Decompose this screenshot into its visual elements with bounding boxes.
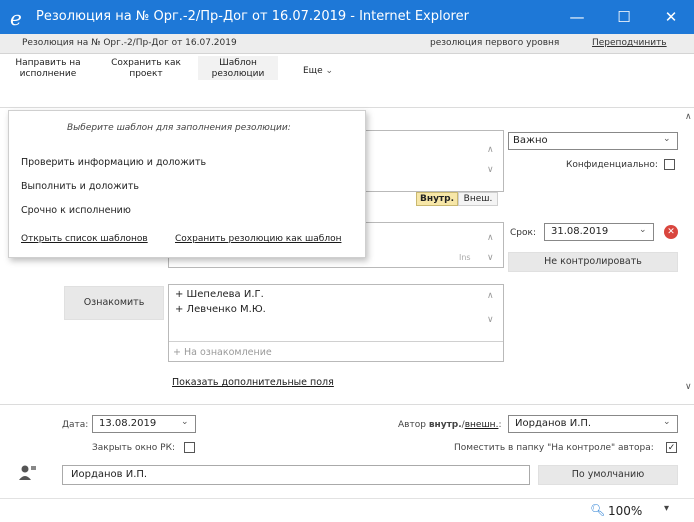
author-inner-toggle[interactable]: внутр.	[429, 420, 462, 430]
scroll-down-icon[interactable]: ∨	[487, 315, 494, 325]
status-bar: 🔍︎ 100% ▾	[0, 498, 694, 522]
window-title: Резолюция на № Орг.-2/Пр-Дог от 16.07.20…	[36, 9, 469, 24]
menu-hint: Выберите шаблон для заполнения резолюции…	[67, 123, 291, 133]
scroll-up-icon[interactable]: ∧	[487, 145, 494, 155]
acquaint-list-item[interactable]: + Левченко М.Ю.	[175, 304, 266, 315]
author-label: Автор внутр./внешн.:	[398, 420, 501, 430]
chevron-down-icon: ⌄	[663, 134, 671, 144]
scroll-down-icon[interactable]: ∨	[487, 253, 494, 263]
author-prefix: Автор	[398, 420, 426, 430]
add-acquaint-input[interactable]: + На ознакомление	[173, 347, 272, 358]
user-signature-icon[interactable]	[18, 464, 38, 482]
send-label-line1: Направить на	[15, 58, 81, 68]
scroll-up-icon[interactable]: ∧	[685, 112, 692, 122]
template-button[interactable]: Шаблон резолюции	[198, 56, 278, 80]
save-label-line1: Сохранить как	[111, 58, 181, 68]
priority-select[interactable]: Важно ⌄	[508, 132, 678, 150]
date-picker[interactable]: 13.08.2019 ⌄	[92, 415, 196, 433]
template-item-check-report[interactable]: Проверить информацию и доложить	[21, 157, 206, 168]
deadline-label: Срок:	[510, 228, 536, 238]
open-template-list-link[interactable]: Открыть список шаблонов	[21, 234, 148, 244]
document-title: Резолюция на № Орг.-2/Пр-Дог от 16.07.20…	[22, 38, 237, 48]
maximize-button[interactable]: ☐	[601, 0, 647, 34]
show-more-fields-link[interactable]: Показать дополнительные поля	[172, 377, 334, 388]
template-item-do-report[interactable]: Выполнить и доложить	[21, 181, 139, 192]
signer-field[interactable]: Иорданов И.П.	[62, 465, 530, 485]
date-value: 13.08.2019	[99, 418, 157, 429]
save-as-template-link[interactable]: Сохранить резолюцию как шаблон	[175, 234, 341, 244]
outer-button[interactable]: Внеш.	[458, 192, 498, 206]
scroll-up-icon[interactable]: ∧	[487, 233, 494, 243]
zoom-level[interactable]: 100%	[608, 504, 642, 518]
default-button[interactable]: По умолчанию	[538, 465, 678, 485]
date-label: Дата:	[62, 420, 89, 430]
resolution-level: резолюция первого уровня	[430, 38, 560, 48]
save-as-draft-button[interactable]: Сохранить как проект	[106, 58, 186, 80]
more-button[interactable]: Еще ⌄	[298, 66, 338, 77]
send-label-line2: исполнение	[19, 69, 77, 79]
author-colon: :	[498, 420, 502, 430]
section-divider	[0, 404, 694, 405]
more-label: Еще	[302, 66, 323, 76]
confidential-checkbox[interactable]	[664, 159, 675, 170]
send-to-execution-button[interactable]: Направить на исполнение	[12, 58, 84, 80]
author-outer-link[interactable]: внешн.	[465, 420, 499, 430]
scroll-down-icon[interactable]: ∨	[685, 382, 692, 392]
signer-value: Иорданов И.П.	[71, 469, 148, 480]
chevron-down-icon: ⌄	[663, 417, 671, 427]
template-item-urgent[interactable]: Срочно к исполнению	[21, 205, 131, 216]
inner-button[interactable]: Внутр.	[416, 192, 458, 206]
page-scrollbar[interactable]: ∧ ∨	[684, 110, 694, 400]
ie-logo-icon: e	[10, 6, 22, 30]
acquaint-list-box[interactable]: + Шепелева И.Г. + Левченко М.Ю. ∧ ∨ + На…	[168, 284, 504, 362]
acquaint-button[interactable]: Ознакомить	[64, 286, 164, 320]
chevron-down-icon: ⌄	[181, 417, 189, 427]
clear-deadline-icon[interactable]: ✕	[664, 225, 678, 239]
close-window-checkbox[interactable]	[184, 442, 195, 453]
chevron-down-icon: ⌄	[639, 225, 647, 235]
scroll-down-icon[interactable]: ∨	[487, 165, 494, 175]
ins-hint: Ins	[459, 253, 471, 262]
template-menu: Выберите шаблон для заполнения резолюции…	[8, 110, 366, 258]
divider	[169, 341, 503, 342]
confidential-label: Конфиденциально:	[566, 160, 658, 170]
author-select[interactable]: Иорданов И.П. ⌄	[508, 415, 678, 433]
control-folder-label: Поместить в папку "На контроле" автора:	[454, 443, 654, 453]
template-label-line2: резолюции	[211, 69, 265, 79]
scroll-up-icon[interactable]: ∧	[487, 291, 494, 301]
zoom-icon: 🔍︎	[590, 503, 606, 517]
close-window-label: Закрыть окно РК:	[92, 443, 175, 453]
toolbar: Направить на исполнение Сохранить как пр…	[0, 54, 694, 108]
chevron-down-icon: ⌄	[325, 66, 334, 76]
minimize-button[interactable]: —	[554, 0, 600, 34]
deadline-value: 31.08.2019	[551, 226, 609, 237]
save-label-line2: проект	[129, 69, 163, 79]
author-value: Иорданов И.П.	[515, 418, 592, 429]
resubmit-link[interactable]: Переподчинить	[592, 38, 667, 48]
control-folder-checkbox[interactable]: ✓	[666, 442, 677, 453]
priority-value: Важно	[513, 135, 548, 146]
deadline-date-picker[interactable]: 31.08.2019 ⌄	[544, 223, 654, 241]
zoom-dropdown-icon[interactable]: ▾	[664, 503, 669, 514]
document-infobar: Резолюция на № Орг.-2/Пр-Дог от 16.07.20…	[0, 34, 694, 54]
acquaint-list-item[interactable]: + Шепелева И.Г.	[175, 289, 264, 300]
template-label-line1: Шаблон	[219, 58, 257, 68]
no-control-button[interactable]: Не контролировать	[508, 252, 678, 272]
window-titlebar: e Резолюция на № Орг.-2/Пр-Дог от 16.07.…	[0, 0, 694, 34]
close-window-button[interactable]: ✕	[648, 0, 694, 34]
